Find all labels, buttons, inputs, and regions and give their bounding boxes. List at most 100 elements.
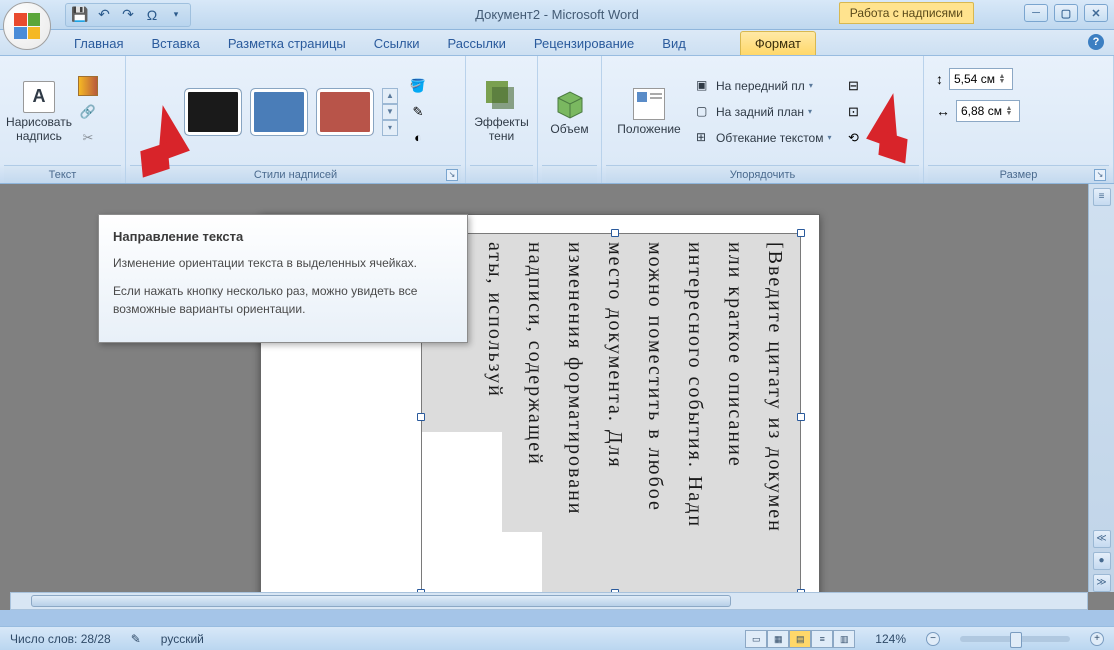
- draft-view-button[interactable]: ▥: [833, 630, 855, 648]
- tab-format[interactable]: Формат: [740, 31, 816, 55]
- ruler-toggle-icon[interactable]: ≡: [1093, 188, 1111, 206]
- prev-page-icon[interactable]: ≪: [1093, 530, 1111, 548]
- group-shadow-label: [470, 165, 533, 183]
- bring-to-front-button[interactable]: ▣На передний пл▾: [692, 74, 836, 98]
- textbox-line: можно поместить в любое: [638, 242, 672, 584]
- title-bar: 💾 ↶ ↷ Ω ▾ Документ2 - Microsoft Word Раб…: [0, 0, 1114, 30]
- tooltip-text-direction: Направление текста Изменение ориентации …: [98, 214, 468, 343]
- group-text: A Нарисовать надпись 🔗 ✂ Текст: [0, 56, 126, 183]
- height-input[interactable]: 5,54 см▲▼: [949, 68, 1013, 90]
- shape-outline-icon[interactable]: ✎: [408, 102, 428, 122]
- print-layout-view-button[interactable]: ▭: [745, 630, 767, 648]
- window-controls: ─ ▢ ✕: [1024, 4, 1108, 22]
- rotate-icon[interactable]: ⟲: [844, 128, 864, 148]
- qat-dropdown-icon[interactable]: ▾: [168, 7, 184, 23]
- browse-object-icon[interactable]: ●: [1093, 552, 1111, 570]
- window-title: Документ2 - Microsoft Word: [475, 7, 639, 22]
- zoom-in-button[interactable]: +: [1090, 632, 1104, 646]
- status-bar: Число слов: 28/28 ✎ русский ▭ ▦ ▤ ≡ ▥ 12…: [0, 626, 1114, 650]
- view-buttons: ▭ ▦ ▤ ≡ ▥: [745, 630, 855, 648]
- zoom-level[interactable]: 124%: [875, 632, 906, 646]
- tab-view[interactable]: Вид: [648, 32, 700, 55]
- tab-page-layout[interactable]: Разметка страницы: [214, 32, 360, 55]
- height-icon: ↕: [936, 71, 943, 87]
- draw-textbox-button[interactable]: A Нарисовать надпись: [4, 67, 74, 157]
- shape-fill-icon[interactable]: 🪣: [408, 76, 428, 96]
- group-icon[interactable]: ⊡: [844, 102, 864, 122]
- tab-home[interactable]: Главная: [60, 32, 137, 55]
- group-styles-label: Стили надписей ↘: [130, 165, 461, 183]
- vertical-scrollbar[interactable]: ≡ ≪ ● ≫: [1088, 184, 1114, 592]
- full-screen-view-button[interactable]: ▦: [767, 630, 789, 648]
- position-icon: [633, 88, 665, 120]
- break-link-icon[interactable]: ✂: [78, 128, 98, 148]
- position-button[interactable]: Положение: [606, 67, 692, 157]
- horizontal-scrollbar[interactable]: [10, 592, 1088, 610]
- textbox-line: место документа. Для: [598, 242, 632, 584]
- tab-review[interactable]: Рецензирование: [520, 32, 648, 55]
- resize-handle[interactable]: [797, 413, 805, 421]
- width-icon: ↔: [936, 103, 950, 119]
- textbox-line: [Введите цитату из докумен: [758, 242, 792, 584]
- minimize-button[interactable]: ─: [1024, 4, 1048, 22]
- proofing-icon[interactable]: ✎: [131, 632, 141, 646]
- save-icon[interactable]: 💾: [72, 7, 88, 23]
- office-logo-icon: [14, 13, 40, 39]
- size-launcher-icon[interactable]: ↘: [1094, 169, 1106, 181]
- word-count[interactable]: Число слов: 28/28: [10, 632, 111, 646]
- contextual-tab-group: Работа с надписями: [839, 2, 974, 24]
- tooltip-title: Направление текста: [113, 229, 453, 244]
- tab-insert[interactable]: Вставка: [137, 32, 213, 55]
- width-input[interactable]: 6,88 см▲▼: [956, 100, 1020, 122]
- web-layout-view-button[interactable]: ▤: [789, 630, 811, 648]
- align-icon[interactable]: ⊟: [844, 76, 864, 96]
- close-button[interactable]: ✕: [1084, 4, 1108, 22]
- scrollbar-thumb[interactable]: [31, 595, 731, 607]
- shadow-effects-button[interactable]: Эффекты тени: [470, 67, 533, 157]
- style-swatch-black[interactable]: [184, 88, 242, 136]
- undo-icon[interactable]: ↶: [96, 7, 112, 23]
- send-back-icon: ▢: [696, 104, 712, 120]
- language-indicator[interactable]: русский: [161, 632, 204, 646]
- tooltip-body: Изменение ориентации текста в выделенных…: [113, 254, 453, 272]
- outline-view-button[interactable]: ≡: [811, 630, 833, 648]
- office-button[interactable]: [3, 2, 51, 50]
- next-page-icon[interactable]: ≫: [1093, 574, 1111, 592]
- symbol-icon[interactable]: Ω: [144, 7, 160, 23]
- zoom-out-button[interactable]: −: [926, 632, 940, 646]
- group-shadow: Эффекты тени: [466, 56, 538, 183]
- resize-handle[interactable]: [417, 413, 425, 421]
- group-size: ↕ 5,54 см▲▼ ↔ 6,88 см▲▼ Размер ↘: [924, 56, 1114, 183]
- group-arrange-label: Упорядочить: [606, 165, 919, 183]
- selected-textbox[interactable]: [Введите цитату из докумен или краткое о…: [421, 233, 801, 593]
- group-size-label: Размер ↘: [928, 165, 1109, 183]
- quick-access-toolbar: 💾 ↶ ↷ Ω ▾: [65, 3, 191, 27]
- textbox-icon: A: [23, 81, 55, 113]
- maximize-button[interactable]: ▢: [1054, 4, 1078, 22]
- draw-textbox-label: Нарисовать надпись: [6, 115, 72, 143]
- resize-handle[interactable]: [797, 229, 805, 237]
- style-gallery-scroll[interactable]: ▲▼▾: [382, 88, 398, 136]
- text-wrap-button[interactable]: ⊞Обтекание текстом▾: [692, 126, 836, 150]
- tab-references[interactable]: Ссылки: [360, 32, 434, 55]
- group-3d: Объем: [538, 56, 602, 183]
- tooltip-body: Если нажать кнопку несколько раз, можно …: [113, 282, 453, 318]
- style-swatch-red[interactable]: [316, 88, 374, 136]
- help-icon[interactable]: ?: [1088, 34, 1104, 50]
- text-direction-icon[interactable]: [78, 76, 98, 96]
- shadow-icon: [486, 81, 518, 113]
- resize-handle[interactable]: [611, 229, 619, 237]
- text-wrap-icon: ⊞: [696, 130, 712, 146]
- change-shape-icon[interactable]: ◐: [408, 128, 428, 148]
- style-swatch-blue[interactable]: [250, 88, 308, 136]
- textbox-line: изменения форматировани: [558, 242, 592, 584]
- send-to-back-button[interactable]: ▢На задний план▾: [692, 100, 836, 124]
- tab-mailings[interactable]: Рассылки: [434, 32, 520, 55]
- create-link-icon[interactable]: 🔗: [78, 102, 98, 122]
- 3d-effects-button[interactable]: Объем: [542, 67, 597, 157]
- redo-icon[interactable]: ↷: [120, 7, 136, 23]
- ribbon-tabs: Главная Вставка Разметка страницы Ссылки…: [0, 30, 1114, 56]
- textbox-line: интересного события. Надп: [678, 242, 712, 584]
- zoom-slider[interactable]: [960, 636, 1070, 642]
- styles-launcher-icon[interactable]: ↘: [446, 169, 458, 181]
